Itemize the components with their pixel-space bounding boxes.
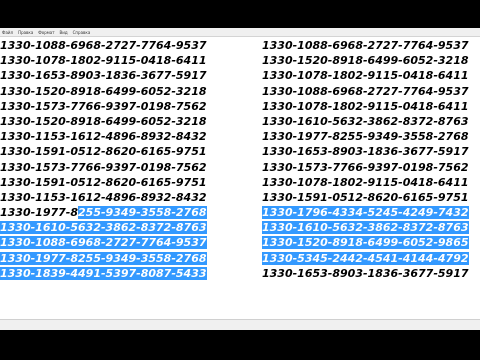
text-line[interactable]: 1330-1520-8918-6499-6052-9865 (262, 235, 469, 250)
line-text: 1330-1653-8903-1836-3677-5917 (0, 69, 207, 83)
selected-text: 1330-5345-2442-4541-4144-4792 (262, 251, 469, 265)
right-column: 1330-1088-6968-2727-7764-9537 1330-1520-8… (262, 38, 469, 281)
selected-text: 1330-1839-4491-5397-8087-5433 (0, 266, 207, 280)
text-line[interactable]: 1330-1573-7766-9397-0198-7562 (262, 160, 469, 175)
text-line[interactable]: 1330-1610-5632-3862-8372-8763 (262, 114, 469, 129)
text-line[interactable]: 1330-1153-1612-4896-8932-8432 (0, 190, 207, 205)
text-line[interactable]: 1330-1573-7766-9397-0198-7562 (0, 160, 207, 175)
line-text: 1330-1573-7766-9397-0198-7562 (0, 99, 207, 113)
text-line[interactable]: 1330-1591-0512-8620-6165-9751 (262, 190, 469, 205)
selected-text: 1330-1088-6968-2727-7764-9537 (0, 236, 207, 250)
line-text: 1330-1591-0512-8620-6165-9751 (0, 145, 207, 159)
line-text: 1330-1573-7766-9397-0198-7562 (0, 160, 207, 174)
text-line[interactable]: 1330-1078-1802-9115-0418-6411 (262, 99, 469, 114)
line-text: 1330-1078-1802-9115-0418-6411 (0, 54, 207, 68)
selected-text: 1330-1520-8918-6499-6052-9865 (262, 236, 469, 250)
text-line[interactable]: 1330-1520-8918-6499-6052-3218 (0, 114, 207, 129)
line-text: 1330-1653-8903-1836-3677-5917 (262, 145, 469, 159)
text-line[interactable]: 1330-1078-1802-9115-0418-6411 (262, 175, 469, 190)
line-text: 1330-1078-1802-9115-0418-6411 (262, 99, 469, 113)
selected-text: 1330-1977-8255-9349-3558-2768 (0, 251, 207, 265)
text-line[interactable]: 1330-1088-6968-2727-7764-9537 (0, 38, 207, 53)
text-line[interactable]: 1330-1591-0512-8620-6165-9751 (0, 175, 207, 190)
left-column: 1330-1088-6968-2727-7764-9537 1330-1078-1… (0, 38, 207, 281)
text-line[interactable]: 1330-5345-2442-4541-4144-4792 (262, 251, 469, 266)
selected-text: 1330-1610-5632-3862-8372-8763 (262, 221, 469, 235)
text-line[interactable]: 1330-1653-8903-1836-3677-5917 (0, 68, 207, 83)
text-line[interactable]: 1330-1653-8903-1836-3677-5917 (262, 266, 469, 281)
line-text: 1330-1088-6968-2727-7764-9537 (262, 39, 469, 52)
line-text: 1330-1088-6968-2727-7764-9537 (0, 39, 207, 52)
menu-format[interactable]: Формат (38, 28, 54, 37)
text-line[interactable]: 1330-1796-4334-5245-4249-7432 (262, 205, 469, 220)
text-line[interactable]: 1330-1610-5632-3862-8372-8763 (0, 220, 207, 235)
text-line[interactable]: 1330-1977-8255-9349-3558-2768 (0, 205, 207, 220)
text-editor-area[interactable]: 1330-1088-6968-2727-7764-9537 1330-1078-1… (0, 38, 480, 318)
text-line[interactable]: 1330-1839-4491-5397-8087-5433 (0, 266, 207, 281)
line-text: 1330-1078-1802-9115-0418-6411 (262, 175, 469, 189)
text-line[interactable]: 1330-1653-8903-1836-3677-5917 (262, 144, 469, 159)
line-text: 1330-1610-5632-3862-8372-8763 (262, 114, 469, 128)
text-line[interactable]: 1330-1153-1612-4896-8932-8432 (0, 129, 207, 144)
line-text: 1330-1078-1802-9115-0418-6411 (262, 69, 469, 83)
menu-bar: Файл Правка Формат Вид Справка (0, 28, 480, 37)
status-bar (0, 319, 480, 330)
text-line[interactable]: 1330-1520-8918-6499-6052-3218 (262, 53, 469, 68)
line-text: 1330-1520-8918-6499-6052-3218 (0, 84, 207, 98)
menu-view[interactable]: Вид (60, 28, 68, 37)
line-text: 1330-1977-8255-9349-3558-2768 (262, 130, 469, 144)
line-text: 1330-1591-0512-8620-6165-9751 (0, 175, 207, 189)
text-line[interactable]: 1330-1610-5632-3862-8372-8763 (262, 220, 469, 235)
text-line[interactable]: 1330-1520-8918-6499-6052-3218 (0, 84, 207, 99)
line-text: 1330-1088-6968-2727-7764-9537 (262, 84, 469, 98)
text-line[interactable]: 1330-1078-1802-9115-0418-6411 (0, 53, 207, 68)
selected-text: 255-9349-3558-2768 (78, 206, 207, 220)
selected-text: 1330-1796-4334-5245-4249-7432 (262, 206, 469, 220)
text-line[interactable]: 1330-1977-8255-9349-3558-2768 (262, 129, 469, 144)
line-text: 1330-1520-8918-6499-6052-3218 (0, 114, 207, 128)
menu-help[interactable]: Справка (73, 28, 91, 37)
text-line[interactable]: 1330-1977-8255-9349-3558-2768 (0, 251, 207, 266)
text-line[interactable]: 1330-1088-6968-2727-7764-9537 (262, 38, 469, 53)
text-line[interactable]: 1330-1078-1802-9115-0418-6411 (262, 68, 469, 83)
line-text: 1330-1591-0512-8620-6165-9751 (262, 190, 469, 204)
text-line[interactable]: 1330-1573-7766-9397-0198-7562 (0, 99, 207, 114)
selected-text: 1330-1610-5632-3862-8372-8763 (0, 221, 207, 235)
menu-edit[interactable]: Правка (18, 28, 33, 37)
line-text: 1330-1977-8 (0, 206, 79, 220)
line-text: 1330-1153-1612-4896-8932-8432 (0, 190, 207, 204)
text-line[interactable]: 1330-1088-6968-2727-7764-9537 (0, 235, 207, 250)
line-text: 1330-1573-7766-9397-0198-7562 (262, 160, 469, 174)
notepad-window: Файл Правка Формат Вид Справка 1330-1088… (0, 28, 480, 330)
line-text: 1330-1520-8918-6499-6052-3218 (262, 54, 469, 68)
text-line[interactable]: 1330-1088-6968-2727-7764-9537 (262, 84, 469, 99)
line-text: 1330-1653-8903-1836-3677-5917 (262, 266, 469, 280)
line-text: 1330-1153-1612-4896-8932-8432 (0, 130, 207, 144)
menu-file[interactable]: Файл (2, 28, 13, 37)
text-line[interactable]: 1330-1591-0512-8620-6165-9751 (0, 144, 207, 159)
